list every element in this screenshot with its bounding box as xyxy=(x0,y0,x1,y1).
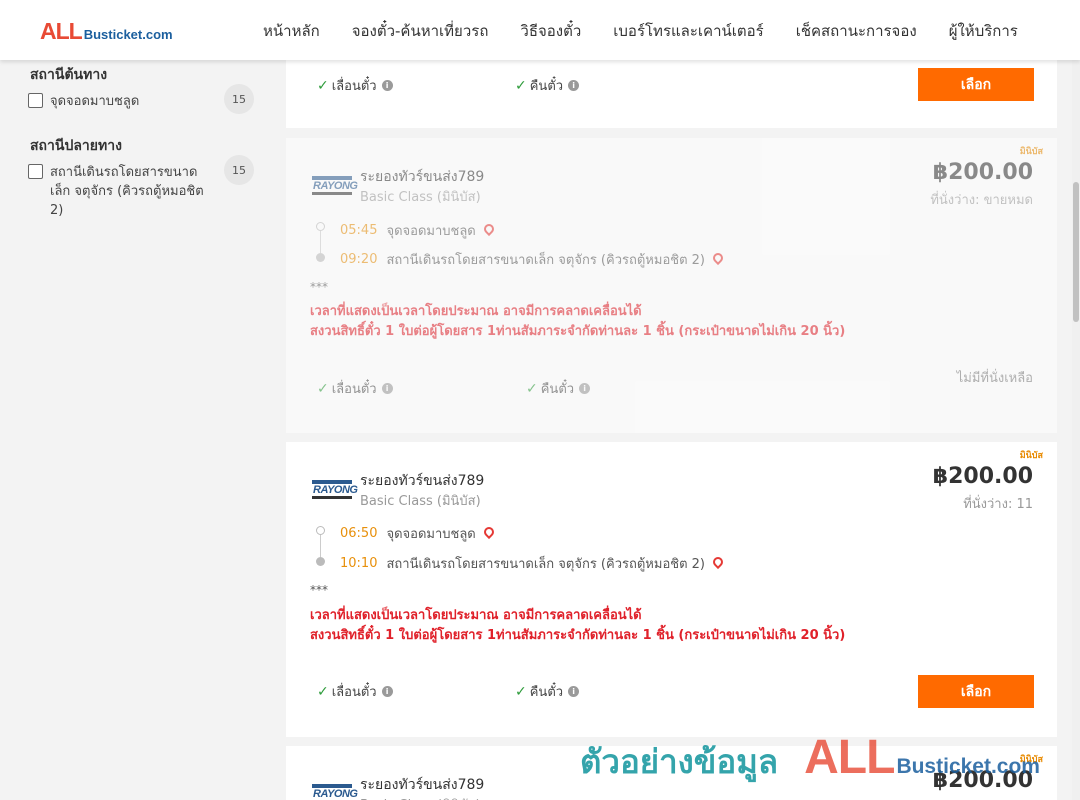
note-stars: *** xyxy=(310,583,328,597)
nav-contacts[interactable]: เบอร์โทรและเคาน์เตอร์ xyxy=(613,19,763,43)
note-line-2: สงวนสิทธิ์ตั๋ว 1 ใบต่อผู้โดยสาร 1ท่านสัม… xyxy=(310,324,846,339)
trip-card-next: มินิบัส RAYONG ระยองทัวร์ขนส่ง789 Basic … xyxy=(286,746,1057,800)
site-logo[interactable]: ALL Busticket.com xyxy=(40,18,173,45)
logo-domain-text: Busticket.com xyxy=(83,27,173,42)
page-scrollbar[interactable] xyxy=(1072,60,1080,800)
destination-filter-option[interactable]: สถานีเดินรถโดยสารขนาดเล็ก จตุจักร (คิวรถ… xyxy=(28,155,258,220)
nav-operators[interactable]: ผู้ให้บริการ xyxy=(949,19,1018,43)
map-pin-icon[interactable] xyxy=(710,250,726,265)
info-icon[interactable]: i xyxy=(568,686,580,697)
bus-class: Basic Class (มินิบัส) xyxy=(360,494,481,509)
departure-place: จุดจอดมาบชลูด xyxy=(386,527,476,542)
destination-checkbox[interactable] xyxy=(28,164,43,179)
refund-label: คืนตั๋ว xyxy=(540,382,575,397)
route-timeline xyxy=(316,222,326,262)
origin-option-label: จุดจอดมาบชลูด xyxy=(50,94,140,109)
info-icon[interactable]: i xyxy=(568,80,580,91)
refund-feature: ✓ คืนตั๋ว i xyxy=(515,75,580,96)
operator-logo: RAYONG xyxy=(312,176,358,196)
transfer-feature: ✓ เลื่อนตั๋ว i xyxy=(317,378,393,399)
route-timeline xyxy=(316,526,326,566)
trip-card-available: มินิบัส RAYONG ระยองทัวร์ขนส่ง789 Basic … xyxy=(286,442,1057,737)
origin-filter-option[interactable]: จุดจอดมาบชลูด 15 xyxy=(28,84,258,114)
seats-available: ที่นั่งว่าง: 11 xyxy=(963,497,1033,512)
check-icon: ✓ xyxy=(317,77,329,94)
scrollbar-thumb[interactable] xyxy=(1073,182,1079,322)
transfer-label: เลื่อนตั๋ว xyxy=(331,685,377,700)
transfer-label: เลื่อนตั๋ว xyxy=(331,382,377,397)
note-line-2: สงวนสิทธิ์ตั๋ว 1 ใบต่อผู้โดยสาร 1ท่านสัม… xyxy=(310,628,846,643)
no-seats-text: ไม่มีที่นั่งเหลือ xyxy=(956,371,1033,386)
arrival-time: 10:10 xyxy=(340,556,378,571)
note-stars: *** xyxy=(310,280,328,294)
origin-checkbox[interactable] xyxy=(28,93,43,108)
check-icon: ✓ xyxy=(515,683,527,700)
info-icon[interactable]: i xyxy=(579,383,591,394)
nav-book-search[interactable]: จองตั๋ว-ค้นหาเที่ยวรถ xyxy=(352,19,489,43)
map-pin-icon[interactable] xyxy=(710,554,726,569)
nav-home[interactable]: หน้าหลัก xyxy=(263,19,320,43)
refund-label: คืนตั๋ว xyxy=(529,79,564,94)
destination-option-label: สถานีเดินรถโดยสารขนาดเล็ก จตุจักร (คิวรถ… xyxy=(50,165,204,218)
nav-how-to-book[interactable]: วิธีจองตั๋ว xyxy=(520,19,581,43)
departure-time: 05:45 xyxy=(340,223,378,238)
ticket-price: ฿200.00 xyxy=(932,160,1033,185)
destination-filter-title: สถานีปลายทาง xyxy=(30,138,122,154)
operator-logo: RAYONG xyxy=(312,784,358,800)
logo-all-text: ALL xyxy=(40,18,83,44)
check-icon: ✓ xyxy=(317,380,329,397)
info-icon[interactable]: i xyxy=(381,80,393,91)
select-trip-button[interactable]: เลือก xyxy=(918,675,1034,708)
departure-stop: 05:45 จุดจอดมาบชลูด xyxy=(340,220,496,241)
operator-logo-text: RAYONG xyxy=(313,788,358,800)
arrival-place: สถานีเดินรถโดยสารขนาดเล็ก จตุจักร (คิวรถ… xyxy=(386,253,705,268)
select-trip-button[interactable]: เลือก xyxy=(918,68,1034,101)
info-icon[interactable]: i xyxy=(381,686,393,697)
bus-class: Basic Class (มินิบัส) xyxy=(360,190,481,205)
bus-class: Basic Class (มินิบัส) xyxy=(360,794,481,800)
ticket-price: ฿200.00 xyxy=(932,464,1033,489)
check-icon: ✓ xyxy=(526,380,538,397)
map-pin-icon[interactable] xyxy=(481,524,496,539)
ticket-price: ฿200.00 xyxy=(932,768,1033,793)
origin-option-count: 15 xyxy=(224,84,254,114)
info-icon[interactable]: i xyxy=(381,383,393,394)
operator-name: ระยองทัวร์ขนส่ง789 xyxy=(360,169,485,185)
arrival-stop: 10:10 สถานีเดินรถโดยสารขนาดเล็ก จตุจักร … xyxy=(340,553,726,574)
vehicle-type-badge: มินิบัส xyxy=(1019,451,1043,461)
refund-feature: ✓ คืนตั๋ว i xyxy=(526,378,591,399)
check-icon: ✓ xyxy=(515,77,527,94)
map-pin-icon[interactable] xyxy=(481,221,496,236)
trip-card-sold-out: มินิบัส RAYONG ระยองทัวร์ขนส่ง789 Basic … xyxy=(286,138,1057,433)
operator-logo-text: RAYONG xyxy=(313,484,358,496)
seats-available: ที่นั่งว่าง: ขายหมด xyxy=(930,193,1033,208)
transfer-feature: ✓ เลื่อนตั๋ว i xyxy=(317,75,393,96)
note-line-1: เวลาที่แสดงเป็นเวลาโดยประมาณ อาจมีการคลา… xyxy=(310,608,642,623)
departure-stop: 06:50 จุดจอดมาบชลูด xyxy=(340,523,496,544)
origin-filter-title: สถานีต้นทาง xyxy=(30,67,108,83)
departure-time: 06:50 xyxy=(340,526,378,541)
refund-label: คืนตั๋ว xyxy=(529,685,564,700)
transfer-label: เลื่อนตั๋ว xyxy=(331,79,377,94)
trip-card-previous: ✓ เลื่อนตั๋ว i ✓ คืนตั๋ว i เลือก xyxy=(286,55,1057,128)
main-nav: หน้าหลัก จองตั๋ว-ค้นหาเที่ยวรถ วิธีจองตั… xyxy=(263,19,1050,43)
arrival-stop: 09:20 สถานีเดินรถโดยสารขนาดเล็ก จตุจักร … xyxy=(340,249,726,270)
arrival-place: สถานีเดินรถโดยสารขนาดเล็ก จตุจักร (คิวรถ… xyxy=(386,557,705,572)
check-icon: ✓ xyxy=(317,683,329,700)
operator-logo-text: RAYONG xyxy=(313,180,358,192)
nav-check-booking[interactable]: เช็คสถานะการจอง xyxy=(796,19,917,43)
arrival-time: 09:20 xyxy=(340,252,378,267)
note-line-1: เวลาที่แสดงเป็นเวลาโดยประมาณ อาจมีการคลา… xyxy=(310,304,642,319)
vehicle-type-badge: มินิบัส xyxy=(1019,147,1043,157)
operator-logo: RAYONG xyxy=(312,480,358,500)
vehicle-type-badge: มินิบัส xyxy=(1019,755,1043,765)
departure-place: จุดจอดมาบชลูด xyxy=(386,224,476,239)
refund-feature: ✓ คืนตั๋ว i xyxy=(515,681,580,702)
destination-option-count: 15 xyxy=(224,155,254,185)
operator-name: ระยองทัวร์ขนส่ง789 xyxy=(360,473,485,489)
transfer-feature: ✓ เลื่อนตั๋ว i xyxy=(317,681,393,702)
operator-name: ระยองทัวร์ขนส่ง789 xyxy=(360,777,485,793)
site-header: ALL Busticket.com หน้าหลัก จองตั๋ว-ค้นหา… xyxy=(0,0,1080,60)
